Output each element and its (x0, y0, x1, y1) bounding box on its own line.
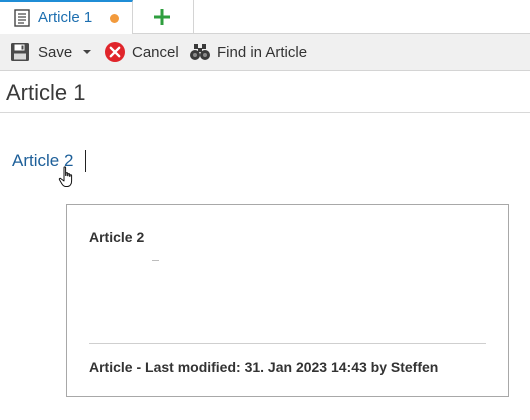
binoculars-icon (190, 44, 210, 60)
text-caret (85, 150, 86, 172)
document-icon (14, 9, 30, 27)
tab-strip: Article 1 (0, 0, 530, 34)
plus-icon (154, 9, 170, 25)
popup-divider (89, 343, 486, 344)
save-label: Save (38, 43, 73, 61)
chevron-down-icon (83, 50, 91, 54)
tab-article-1[interactable]: Article 1 (0, 0, 133, 34)
unsaved-indicator (110, 14, 119, 23)
find-in-article-label: Find in Article (217, 43, 308, 61)
save-options-dropdown[interactable] (82, 34, 92, 70)
link-preview-popup: Article 2 Article - Last modified: 31. J… (66, 204, 509, 397)
toolbar: Save Cancel Find in Article (0, 34, 530, 71)
tab-label: Article 1 (38, 9, 93, 26)
save-icon (11, 43, 29, 61)
popup-title: Article 2 (89, 229, 145, 245)
title-divider (0, 112, 530, 113)
hand-pointer-icon (58, 166, 73, 187)
page-title: Article 1 (6, 80, 86, 105)
cancel-icon (105, 42, 125, 62)
popup-metadata: Article - Last modified: 31. Jan 2023 14… (89, 359, 439, 375)
new-tab-button[interactable] (134, 0, 194, 33)
save-button[interactable]: Save (10, 34, 72, 70)
find-in-article-button[interactable]: Find in Article (189, 34, 307, 70)
cancel-label: Cancel (132, 43, 179, 61)
cancel-button[interactable]: Cancel (104, 34, 179, 70)
popup-placeholder-mark (152, 260, 159, 261)
